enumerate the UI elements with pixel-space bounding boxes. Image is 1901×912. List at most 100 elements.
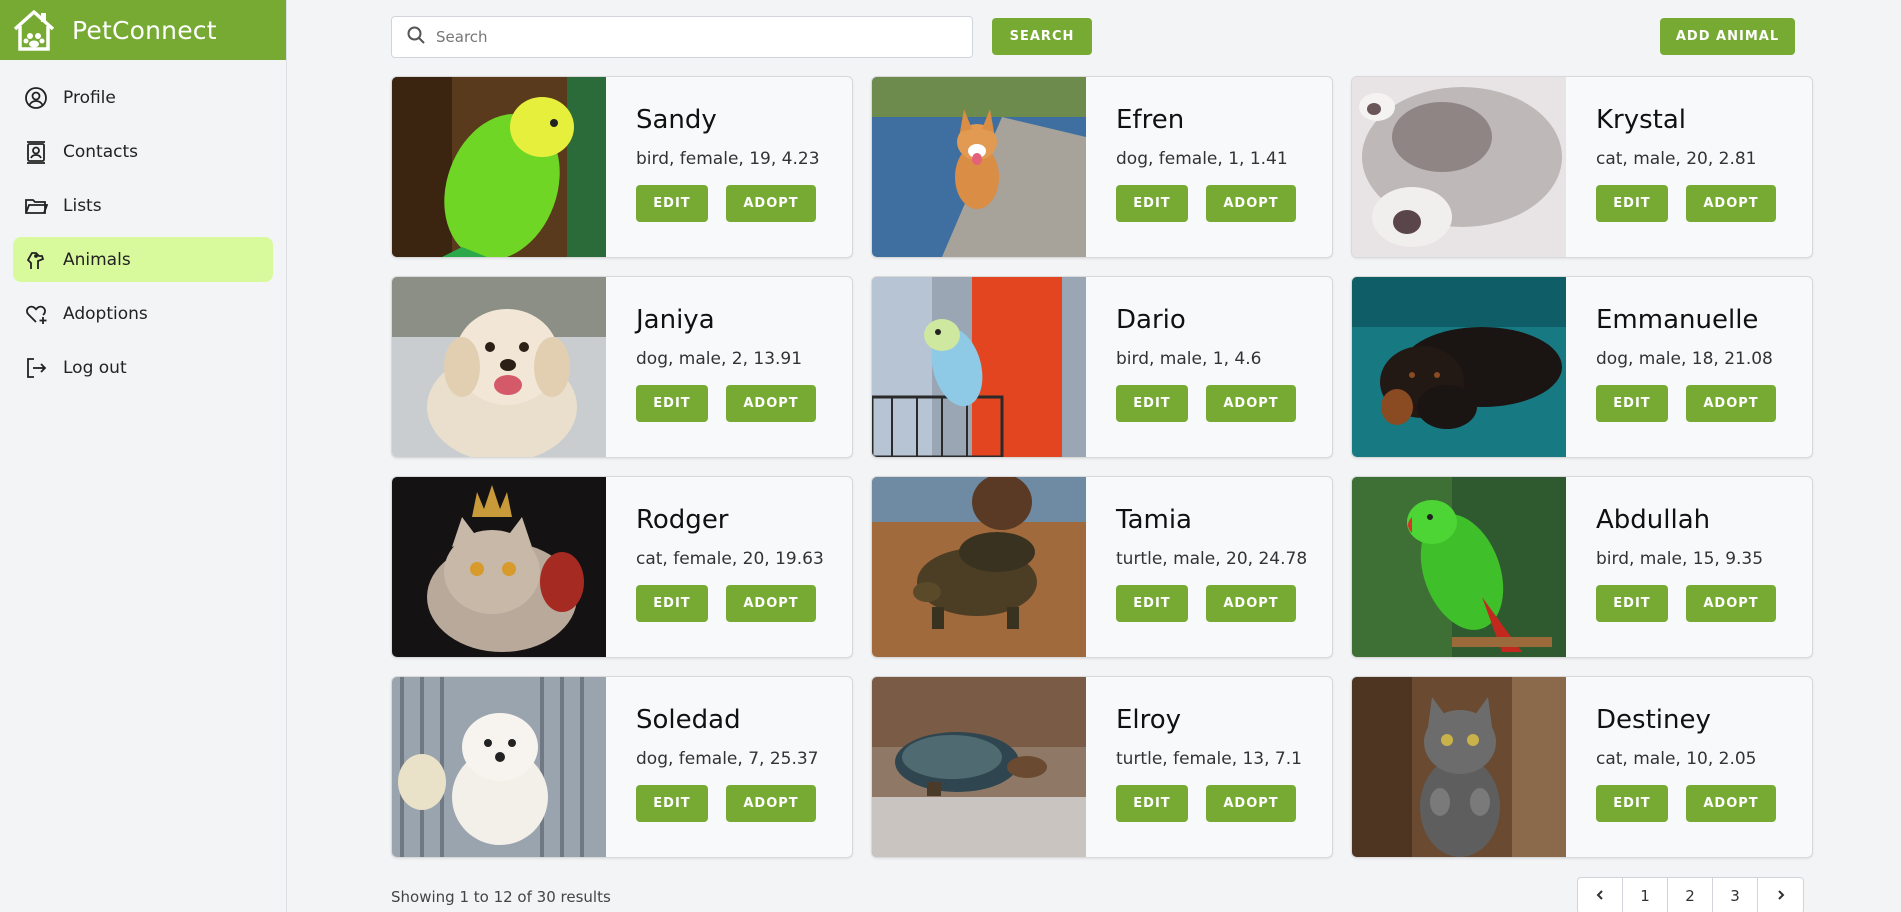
animal-info: Emmanuelle dog, male, 18, 21.08 EDIT ADO… [1566, 277, 1776, 457]
animal-details: bird, female, 19, 4.23 [636, 149, 820, 169]
pagination: 1 2 3 [1577, 877, 1804, 912]
adopt-button[interactable]: ADOPT [1686, 585, 1776, 622]
sidebar-item-profile[interactable]: Profile [13, 75, 273, 120]
results-summary: Showing 1 to 12 of 30 results [391, 888, 611, 906]
animal-info: Tamia turtle, male, 20, 24.78 EDIT ADOPT [1086, 477, 1307, 657]
animal-details: turtle, male, 20, 24.78 [1116, 549, 1308, 569]
sidebar-item-label: Log out [63, 357, 127, 378]
animal-photo [872, 677, 1086, 857]
animal-name: Tamia [1116, 505, 1192, 535]
card-actions: EDIT ADOPT [636, 585, 824, 622]
animal-card: Krystal cat, male, 20, 2.81 EDIT ADOPT [1351, 76, 1813, 258]
animal-photo [392, 77, 606, 257]
card-actions: EDIT ADOPT [1596, 785, 1776, 822]
animal-name: Emmanuelle [1596, 305, 1759, 335]
adopt-button[interactable]: ADOPT [1686, 385, 1776, 422]
adopt-button[interactable]: ADOPT [726, 585, 816, 622]
edit-button[interactable]: EDIT [1116, 585, 1188, 622]
search-input[interactable] [436, 28, 956, 46]
animal-card: Emmanuelle dog, male, 18, 21.08 EDIT ADO… [1351, 276, 1813, 458]
search-box [391, 16, 973, 58]
sidebar-item-contacts[interactable]: Contacts [13, 129, 273, 174]
adopt-button[interactable]: ADOPT [1206, 585, 1296, 622]
animal-details: cat, female, 20, 19.63 [636, 549, 824, 569]
app-name: PetConnect [72, 15, 217, 45]
animal-info: Soledad dog, female, 7, 25.37 EDIT ADOPT [606, 677, 819, 857]
card-actions: EDIT ADOPT [1596, 385, 1776, 422]
animal-info: Sandy bird, female, 19, 4.23 EDIT ADOPT [606, 77, 820, 257]
card-actions: EDIT ADOPT [1596, 585, 1776, 622]
sidebar-item-label: Lists [63, 195, 102, 216]
card-actions: EDIT ADOPT [1116, 185, 1296, 222]
search-icon [406, 25, 426, 49]
adopt-button[interactable]: ADOPT [1686, 185, 1776, 222]
paw-icon [23, 247, 49, 273]
sidebar-item-logout[interactable]: Log out [13, 345, 273, 390]
card-actions: EDIT ADOPT [1116, 785, 1302, 822]
animal-info: Efren dog, female, 1, 1.41 EDIT ADOPT [1086, 77, 1296, 257]
edit-button[interactable]: EDIT [1116, 785, 1188, 822]
animal-photo [872, 477, 1086, 657]
card-actions: EDIT ADOPT [636, 385, 816, 422]
edit-button[interactable]: EDIT [1596, 385, 1668, 422]
adopt-button[interactable]: ADOPT [1206, 185, 1296, 222]
adopt-button[interactable]: ADOPT [1686, 785, 1776, 822]
add-animal-button[interactable]: ADD ANIMAL [1660, 18, 1795, 55]
animal-details: dog, male, 2, 13.91 [636, 349, 803, 369]
adopt-button[interactable]: ADOPT [726, 385, 816, 422]
sidebar-item-adoptions[interactable]: Adoptions [13, 291, 273, 336]
user-circle-icon [23, 85, 49, 111]
edit-button[interactable]: EDIT [636, 185, 708, 222]
search-button[interactable]: SEARCH [992, 18, 1092, 55]
adopt-button[interactable]: ADOPT [726, 185, 816, 222]
sidebar-item-label: Adoptions [63, 303, 148, 324]
page-button-2[interactable]: 2 [1668, 878, 1713, 912]
edit-button[interactable]: EDIT [1596, 185, 1668, 222]
sidebar-item-lists[interactable]: Lists [13, 183, 273, 228]
animal-name: Sandy [636, 105, 717, 135]
animal-photo [1352, 277, 1566, 457]
chevron-left-icon [1594, 887, 1606, 905]
logout-icon [23, 355, 49, 381]
animal-info: Janiya dog, male, 2, 13.91 EDIT ADOPT [606, 277, 816, 457]
animal-photo [392, 677, 606, 857]
card-actions: EDIT ADOPT [1116, 385, 1296, 422]
edit-button[interactable]: EDIT [1596, 785, 1668, 822]
animal-info: Destiney cat, male, 10, 2.05 EDIT ADOPT [1566, 677, 1776, 857]
animal-photo [872, 277, 1086, 457]
folder-icon [23, 193, 49, 219]
card-actions: EDIT ADOPT [636, 785, 819, 822]
animal-grid: Sandy bird, female, 19, 4.23 EDIT ADOPT [391, 76, 1813, 858]
adopt-button[interactable]: ADOPT [1206, 385, 1296, 422]
edit-button[interactable]: EDIT [636, 385, 708, 422]
edit-button[interactable]: EDIT [636, 785, 708, 822]
animal-details: bird, male, 15, 9.35 [1596, 549, 1764, 569]
animal-name: Efren [1116, 105, 1185, 135]
edit-button[interactable]: EDIT [1116, 185, 1188, 222]
card-actions: EDIT ADOPT [1596, 185, 1776, 222]
animal-info: Abdullah bird, male, 15, 9.35 EDIT ADOPT [1566, 477, 1776, 657]
animal-photo [1352, 477, 1566, 657]
edit-button[interactable]: EDIT [1596, 585, 1668, 622]
animal-card: Abdullah bird, male, 15, 9.35 EDIT ADOPT [1351, 476, 1813, 658]
adopt-button[interactable]: ADOPT [1206, 785, 1296, 822]
animal-name: Soledad [636, 705, 741, 735]
animal-photo [1352, 77, 1566, 257]
animal-card: Elroy turtle, female, 13, 7.1 EDIT ADOPT [871, 676, 1333, 858]
animal-details: dog, female, 1, 1.41 [1116, 149, 1288, 169]
brand-header[interactable]: PetConnect [0, 0, 286, 60]
page-button-3[interactable]: 3 [1713, 878, 1758, 912]
animal-card: Sandy bird, female, 19, 4.23 EDIT ADOPT [391, 76, 853, 258]
page-button-1[interactable]: 1 [1623, 878, 1668, 912]
prev-page-button[interactable] [1578, 878, 1623, 912]
edit-button[interactable]: EDIT [636, 585, 708, 622]
animal-details: turtle, female, 13, 7.1 [1116, 749, 1302, 769]
sidebar-item-animals[interactable]: Animals [13, 237, 273, 282]
sidebar: PetConnect Profile Contacts Lists Animal… [0, 0, 287, 912]
animal-card: Rodger cat, female, 20, 19.63 EDIT ADOPT [391, 476, 853, 658]
animal-name: Elroy [1116, 705, 1182, 735]
animal-name: Abdullah [1596, 505, 1711, 535]
adopt-button[interactable]: ADOPT [726, 785, 816, 822]
next-page-button[interactable] [1758, 878, 1803, 912]
edit-button[interactable]: EDIT [1116, 385, 1188, 422]
